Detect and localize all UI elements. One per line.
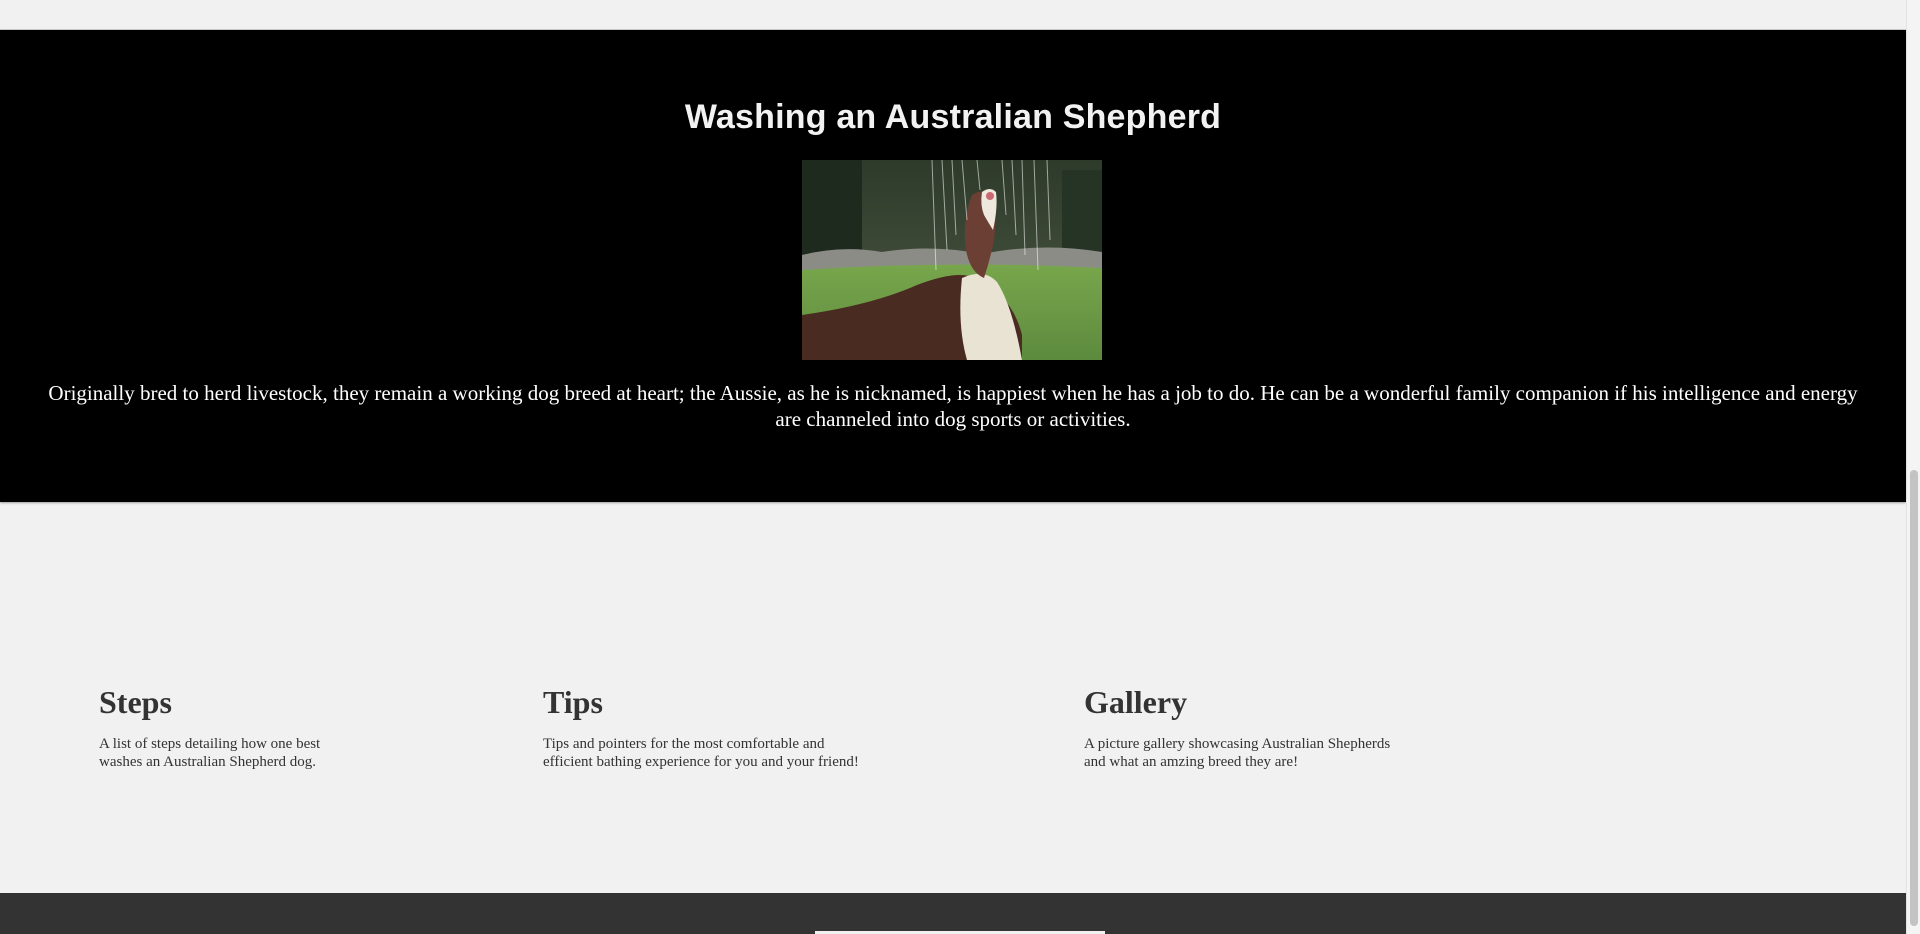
gallery-title[interactable]: Gallery: [1084, 685, 1390, 719]
hero-image: [802, 160, 1102, 360]
steps-description: A list of steps detailing how one best w…: [99, 735, 320, 771]
tips-title[interactable]: Tips: [543, 685, 859, 719]
gallery-description: A picture gallery showcasing Australian …: [1084, 735, 1390, 771]
tips-description-line-2: efficient bathing experience for you and…: [543, 754, 859, 770]
gallery-card[interactable]: Gallery A picture gallery showcasing Aus…: [1084, 685, 1390, 771]
tips-card[interactable]: Tips Tips and pointers for the most comf…: [543, 685, 859, 771]
vertical-scrollbar[interactable]: [1906, 0, 1920, 934]
hero-description: Originally bred to herd livestock, they …: [48, 381, 1858, 431]
gallery-description-line-2: and what an amzing breed they are!: [1084, 754, 1299, 770]
steps-description-line-1: A list of steps detailing how one best: [99, 736, 321, 752]
top-strip: [0, 0, 1906, 30]
scrollbar-thumb[interactable]: [1910, 470, 1918, 926]
steps-title[interactable]: Steps: [99, 685, 320, 719]
steps-description-line-2: washes an Australian Shepherd dog.: [99, 754, 317, 770]
hero-section: Washing an Australian Shepherd Originall…: [0, 30, 1906, 502]
steps-card[interactable]: Steps A list of steps detailing how one …: [99, 685, 320, 771]
gallery-description-line-1: A picture gallery showcasing Australian …: [1084, 736, 1391, 752]
hero-title: Washing an Australian Shepherd: [684, 98, 1222, 136]
tips-description-line-1: Tips and pointers for the most comfortab…: [543, 736, 825, 752]
tips-description: Tips and pointers for the most comfortab…: [543, 735, 859, 771]
footer: [0, 893, 1906, 934]
page: Washing an Australian Shepherd Originall…: [0, 0, 1920, 934]
